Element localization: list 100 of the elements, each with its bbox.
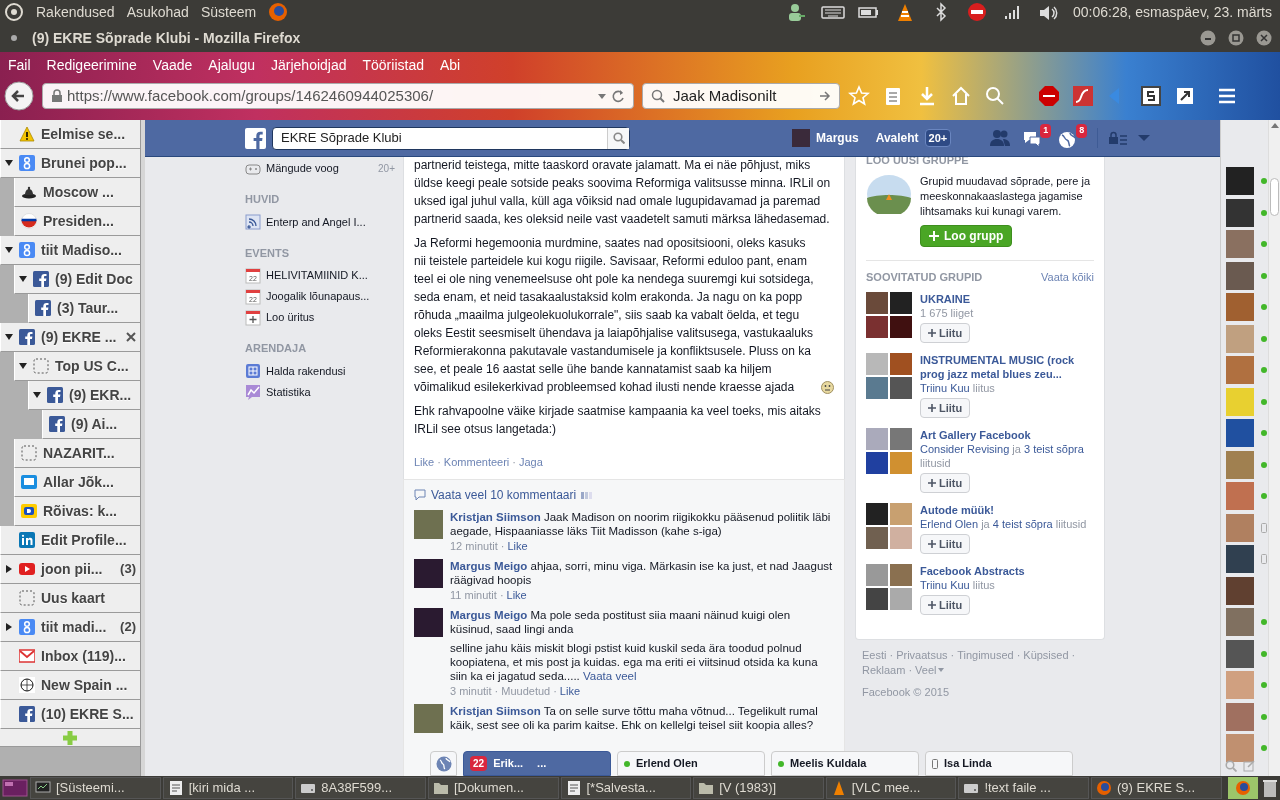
- search-button[interactable]: [607, 127, 629, 149]
- profile-link[interactable]: Margus: [792, 129, 859, 147]
- search-field[interactable]: EKRE Sõprade Klubi: [272, 126, 630, 150]
- chat-tab[interactable]: Isa Linda: [925, 751, 1073, 776]
- friend-link[interactable]: 3 teist sõpra: [1023, 442, 1084, 455]
- collapsed-caret-icon[interactable]: [5, 623, 13, 631]
- group-name-link[interactable]: Autode müük!: [920, 502, 1094, 517]
- contact-photo-placeholder[interactable]: [1226, 198, 1254, 227]
- maximize-icon[interactable]: [1228, 30, 1244, 46]
- tree-tab[interactable]: Eelmise se...: [0, 120, 140, 149]
- taskbar-button[interactable]: 8A38F599...: [295, 777, 426, 799]
- taskbar-button[interactable]: [V (1983)]: [693, 777, 824, 799]
- tree-tab[interactable]: (9) Edit Doc: [14, 265, 140, 294]
- join-button[interactable]: Liitu: [920, 533, 971, 554]
- taskbar-button[interactable]: [*Salvesta...: [560, 777, 692, 799]
- tree-tab[interactable]: Allar Jõk...: [14, 468, 140, 497]
- nav-item[interactable]: Mängude voog 20+: [245, 158, 403, 179]
- friend-link[interactable]: Erlend Olen: [920, 517, 979, 530]
- home-link[interactable]: Avaleht 20+: [875, 128, 952, 148]
- panel-menu[interactable]: Asukohad: [126, 1, 189, 23]
- star-icon[interactable]: [848, 85, 870, 107]
- tree-tab[interactable]: tiit madi... (2): [0, 613, 140, 642]
- tree-tab[interactable]: Rõivas: k...: [14, 497, 140, 526]
- magnifier-icon[interactable]: [984, 85, 1006, 107]
- action-link[interactable]: Kommenteeri: [443, 454, 510, 471]
- tree-tab[interactable]: Presiden...: [14, 207, 140, 236]
- menu-item[interactable]: Ajalugu: [208, 54, 255, 76]
- taskbar-button[interactable]: [kiri mida ...: [162, 777, 294, 799]
- square-s-icon[interactable]: [1140, 85, 1162, 107]
- chat-tab[interactable]: Erlend Olen: [617, 751, 765, 776]
- contact-photo-placeholder[interactable]: [1226, 261, 1254, 290]
- search-icon[interactable]: [1225, 760, 1237, 772]
- tree-tab[interactable]: joon pii... (3): [0, 555, 140, 584]
- friend-link[interactable]: Triinu Kuu: [920, 381, 970, 394]
- notifications-button[interactable]: 8: [1057, 127, 1084, 149]
- tree-tab[interactable]: Inbox (119)...: [0, 642, 140, 671]
- expanded-caret-icon[interactable]: [33, 391, 41, 399]
- edit-icon[interactable]: [1243, 760, 1255, 772]
- trash-icon[interactable]: [1262, 778, 1278, 798]
- tree-tab[interactable]: NAZARIT...: [14, 439, 140, 468]
- tree-tab[interactable]: Top US C...: [14, 352, 140, 381]
- tree-tab[interactable]: Uus kaart: [0, 584, 140, 613]
- like-link[interactable]: Like: [559, 683, 581, 698]
- flash-icon[interactable]: [1072, 85, 1094, 107]
- clock[interactable]: 00:06:28, esmaspäev, 23. märts: [1073, 1, 1272, 23]
- workspace-button[interactable]: [1227, 777, 1258, 799]
- taskbar-button[interactable]: !text faile ...: [958, 777, 1089, 799]
- contact-photo-placeholder[interactable]: [1226, 639, 1254, 668]
- group-name-link[interactable]: INSTRUMENTAL MUSIC (rock prog jazz metal blues zeu...: [920, 352, 1094, 381]
- search-field[interactable]: Jaak Madisonilt: [642, 83, 840, 109]
- taskbar-button[interactable]: (9) EKRE S...: [1091, 777, 1222, 799]
- messages-button[interactable]: 1: [1021, 127, 1048, 149]
- taskbar-button[interactable]: [Dokumen...: [427, 777, 559, 799]
- tree-tab[interactable]: New Spain ...: [0, 671, 140, 700]
- tree-tab[interactable]: (9) EKR...: [28, 381, 140, 410]
- menu-item[interactable]: Fail: [8, 54, 31, 76]
- tree-tab[interactable]: Moscow ...: [14, 178, 140, 207]
- minimize-icon[interactable]: [1200, 30, 1216, 46]
- desktop-icon[interactable]: [2, 778, 28, 798]
- chat-tab[interactable]: 22 Erik... ...: [463, 751, 611, 776]
- panel-menu[interactable]: Rakendused: [36, 1, 115, 23]
- join-button[interactable]: Liitu: [920, 322, 971, 343]
- expanded-caret-icon[interactable]: [5, 159, 13, 167]
- group-name-link[interactable]: UKRAINE: [920, 291, 1094, 306]
- menu-item[interactable]: Abi: [439, 54, 461, 76]
- expanded-caret-icon[interactable]: [5, 333, 13, 341]
- tree-tab[interactable]: (10) EKRE S...: [0, 700, 140, 729]
- like-link[interactable]: Like: [506, 587, 527, 602]
- contact-photo-placeholder[interactable]: [1226, 576, 1254, 605]
- firefox-icon[interactable]: [268, 2, 289, 22]
- see-more-link[interactable]: Vaata veel: [583, 669, 637, 682]
- friend-link[interactable]: 4 teist sõpra: [992, 517, 1053, 530]
- comment-author-link[interactable]: Margus Meigo: [450, 559, 528, 572]
- comment-author-link[interactable]: Kristjan Siimson: [450, 510, 541, 523]
- stop-sign-icon[interactable]: [1038, 85, 1060, 107]
- close-icon[interactable]: [1256, 30, 1272, 46]
- address-bar[interactable]: https://www.facebook.com/groups/1462460944025306/: [42, 83, 634, 109]
- nav-item[interactable]: Halda rakendusi: [245, 360, 403, 382]
- tree-tab[interactable]: tiit Madiso...: [0, 236, 140, 265]
- close-icon[interactable]: [126, 332, 136, 342]
- chat-tab[interactable]: Meelis Kuldala: [771, 751, 919, 776]
- menu-item[interactable]: Vaade: [152, 54, 193, 76]
- panel-menu[interactable]: Süsteem: [200, 1, 257, 23]
- collapsed-caret-icon[interactable]: [5, 565, 13, 573]
- tree-tab[interactable]: (3) Taur...: [28, 294, 140, 323]
- join-button[interactable]: Liitu: [920, 472, 971, 493]
- see-all-link[interactable]: Vaata kõiki: [1041, 269, 1094, 286]
- facebook-logo-icon[interactable]: [245, 127, 266, 149]
- group-name-link[interactable]: Art Gallery Facebook: [920, 427, 1094, 442]
- tree-tab[interactable]: Brunei pop...: [0, 149, 140, 178]
- back-button-icon[interactable]: [4, 81, 34, 111]
- scroll-up-icon[interactable]: [1270, 122, 1279, 128]
- tree-tab[interactable]: (9) Ai...: [42, 410, 140, 439]
- join-button[interactable]: Liitu: [920, 594, 971, 615]
- menu-item[interactable]: Redigeerimine: [46, 54, 137, 76]
- taskbar-button[interactable]: [VLC mee...: [825, 777, 957, 799]
- comment-author-link[interactable]: Margus Meigo: [450, 608, 528, 621]
- chat-tab[interactable]: [430, 751, 457, 776]
- friend-link[interactable]: Triinu Kuu: [920, 578, 970, 591]
- reload-icon[interactable]: [611, 89, 625, 103]
